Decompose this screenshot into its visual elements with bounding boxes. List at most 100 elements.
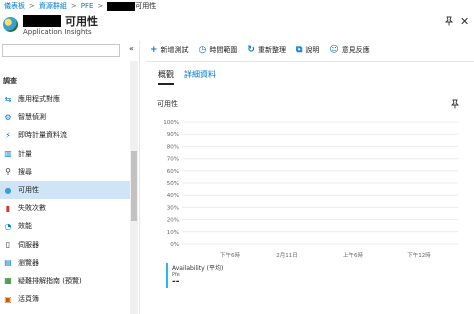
y-tick-label: 40% [167,193,179,199]
y-tick-label: 90% [167,132,179,138]
smiley-icon: ☺ [329,45,339,55]
sidebar-item-label: 伺服器 [18,240,39,249]
sidebar-item-label: 即時計量資料流 [18,131,67,140]
toolbar-divider [146,61,474,62]
tab-bar: 概觀 詳細資料 [158,69,226,85]
failures-icon: ▮ [5,203,11,213]
y-tick-label: 20% [167,218,179,224]
refresh-icon: ↻ [247,45,255,55]
sidebar-item-label: 應用程式對應 [18,95,60,104]
external-link-icon: ⧉ [295,45,303,55]
breadcrumb-resource-groups[interactable]: 資源群組 [39,1,67,11]
breadcrumb: 儀表板 > 資源群組 > PFE > 可用性 [4,1,156,11]
sidebar-section-label: 調查 [3,77,17,85]
redacted-title-prefix [23,15,61,27]
tab-details[interactable]: 詳細資料 [184,69,216,85]
search-icon: ⚲ [5,167,11,177]
breadcrumb-pfe[interactable]: PFE [81,2,94,10]
plus-icon: + [150,45,158,55]
sidebar-item-label: 疑難排解指南 (預覽) [18,276,82,285]
sidebar-item-live-metrics[interactable]: ⚡ 即時計量資料流 [0,126,130,144]
add-test-label: 新增測試 [160,46,189,54]
sidebar-item-metrics[interactable]: ▥ 計量 [0,145,130,163]
sidebar-item-label: 瀏覽器 [18,258,39,267]
sidebar-item-availability[interactable]: ● 可用性 [0,180,130,200]
availability-chart: 100% 90% 80% 70% 60% 50% 40% 30% 20% 10% 0% 下午6時 2月1… [163,120,458,259]
application-insights-logo-icon [3,17,18,32]
legend-series-value: -- [172,277,180,287]
sidebar-item-browser[interactable]: ▤ 瀏覽器 [0,254,130,272]
add-test-button[interactable]: + 新增測試 [150,45,189,55]
app-map-icon: ⇆ [4,94,12,104]
sidebar-item-smart-detection[interactable]: ⚙ 智慧偵測 [0,108,130,126]
feedback-button[interactable]: ☺ 意見反應 [329,45,369,55]
clock-icon: ◷ [198,45,207,55]
sidebar-item-troubleshooting[interactable]: ▦ 疑難排解指南 (預覽) [0,272,130,290]
sidebar-item-label: 計量 [18,149,32,158]
breadcrumb-separator: > [97,2,104,10]
sidebar-item-app-map[interactable]: ⇆ 應用程式對應 [0,90,130,108]
legend-series-name: Availability (平均) [172,265,224,272]
time-range-label: 時間範圍 [209,46,238,54]
y-tick-label: 100% [163,120,179,126]
availability-icon: ● [4,185,12,195]
breadcrumb-separator: > [29,2,35,10]
collapse-sidebar-icon[interactable]: « [129,44,134,53]
troubleshooting-icon: ▦ [4,276,12,286]
toolbar: + 新增測試 ◷ 時間範圍 ↻ 重新整理 ⧉ 說明 ☺ 意見反應 [150,43,380,57]
page-title: 可用性 [65,15,98,28]
sidebar-item-failures[interactable]: ▮ 失敗次數 [0,199,130,217]
sidebar-item-label: 搜尋 [18,167,32,176]
time-range-button[interactable]: ◷ 時間範圍 [199,45,238,55]
breadcrumb-dashboard[interactable]: 儀表板 [4,1,25,11]
tab-overview[interactable]: 概觀 [158,69,174,85]
sidebar-item-search[interactable]: ⚲ 搜尋 [0,163,130,181]
servers-icon: ▯ [5,240,11,250]
sidebar-search-input[interactable] [2,44,120,57]
sidebar-scrollbar-thumb[interactable] [131,151,137,221]
sidebar-menu: ⇆ 應用程式對應 ⚙ 智慧偵測 ⚡ 即時計量資料流 ▥ 計量 ⚲ 搜尋 ● 可用… [0,90,130,308]
chart-panel-title: 可用性 [157,100,178,108]
y-tick-label: 60% [167,169,179,175]
metrics-icon: ▥ [4,149,12,159]
sidebar-item-servers[interactable]: ▯ 伺服器 [0,236,130,254]
smart-detection-icon: ⚙ [4,112,12,122]
y-tick-label: 50% [167,181,179,187]
chart-legend[interactable]: Availability (平均) Pfe -- [166,263,223,288]
x-tick-label: 2月11日 [276,252,298,259]
sidebar-item-label: 智慧偵測 [18,113,46,122]
sidebar-item-label: 效能 [18,222,32,231]
sidebar-scrollbar[interactable] [130,61,138,314]
refresh-button[interactable]: ↻ 重新整理 [247,45,286,55]
y-tick-label: 30% [167,205,179,211]
y-tick-label: 10% [167,230,179,236]
pin-chart-icon[interactable] [450,99,460,109]
help-button[interactable]: ⧉ 說明 [296,45,319,55]
y-tick-label: 0% [170,242,179,248]
browser-icon: ▤ [4,258,12,268]
sidebar: « 調查 ⇆ 應用程式對應 ⚙ 智慧偵測 ⚡ 即時計量資料流 ▥ 計量 ⚲ 搜尋… [0,41,140,314]
sidebar-item-label: 活頁簿 [18,295,39,304]
x-tick-label: 下午12時 [407,251,431,259]
performance-icon: ◔ [4,221,12,231]
feedback-label: 意見反應 [341,46,370,54]
sidebar-item-workbooks[interactable]: ▣ 活頁簿 [0,290,130,308]
sidebar-item-label: 失敗次數 [18,204,46,213]
title-row: 可用性 [23,13,98,29]
x-tick-label: 下午6時 [220,251,240,259]
y-tick-label: 80% [167,144,179,150]
x-tick-label: 上午6時 [343,251,363,259]
live-metrics-icon: ⚡ [5,130,11,140]
pin-icon[interactable] [444,16,454,26]
sidebar-item-performance[interactable]: ◔ 效能 [0,217,130,235]
workbooks-icon: ▣ [4,294,12,304]
help-label: 說明 [305,46,320,54]
close-icon[interactable]: ✕ [460,15,469,28]
y-tick-label: 70% [167,157,179,163]
breadcrumb-current: 可用性 [135,2,157,10]
breadcrumb-separator: > [70,2,77,10]
refresh-label: 重新整理 [257,46,286,54]
page-subtitle: Application Insights [23,28,92,36]
blade-header: 可用性 Application Insights ✕ [0,12,474,40]
redacted-resource-name [107,1,136,11]
